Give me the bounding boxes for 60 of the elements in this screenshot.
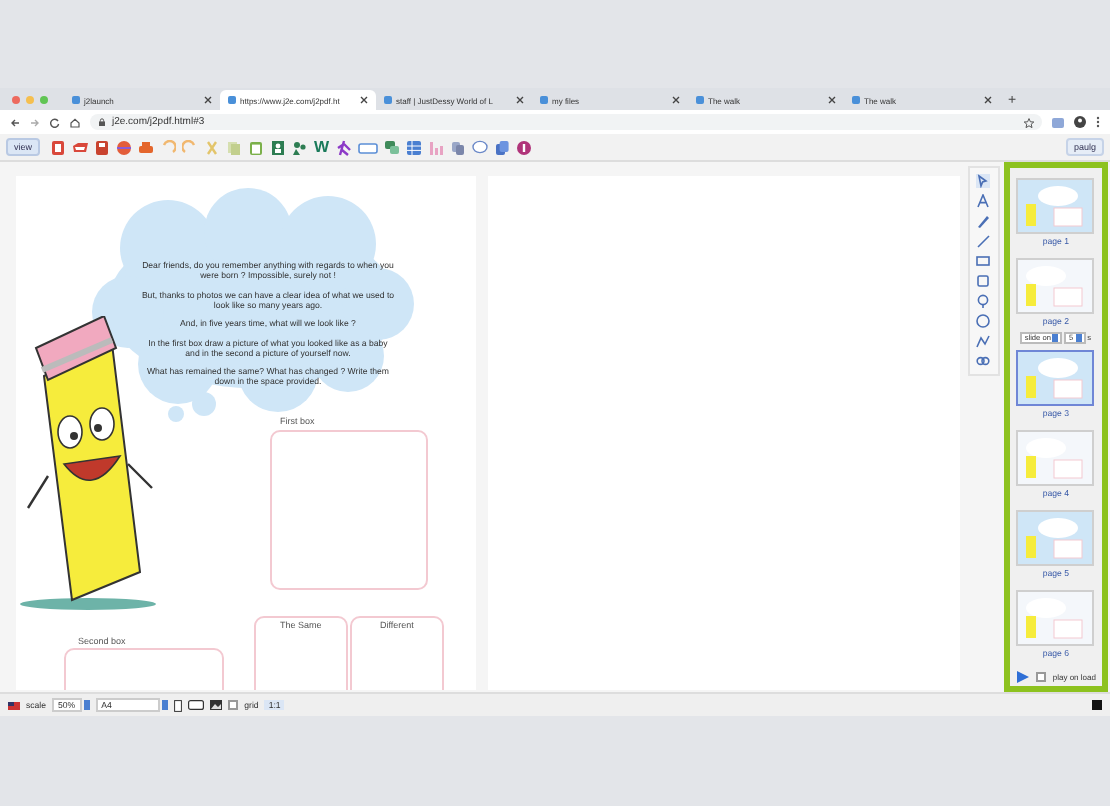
link-icon[interactable] <box>976 354 991 368</box>
page-icon <box>696 96 704 104</box>
extension-icon[interactable] <box>1052 117 1064 127</box>
speech-bubble-icon[interactable] <box>471 139 488 155</box>
pen-icon[interactable] <box>976 214 991 228</box>
reload-icon[interactable] <box>50 117 60 127</box>
close-icon[interactable] <box>672 96 680 104</box>
circle-icon[interactable] <box>976 314 991 328</box>
close-icon[interactable] <box>828 96 836 104</box>
pin-icon[interactable] <box>976 294 991 308</box>
stacked-cards-icon[interactable] <box>493 139 510 155</box>
resize-handle[interactable] <box>1092 700 1102 710</box>
page-thumbnail[interactable] <box>1016 258 1095 314</box>
line-icon[interactable] <box>976 234 991 248</box>
forward-icon[interactable] <box>30 117 40 127</box>
rectangle-icon[interactable] <box>976 254 991 268</box>
page-thumbnail[interactable] <box>1016 590 1095 646</box>
info-icon[interactable] <box>515 139 532 155</box>
close-icon[interactable] <box>516 96 524 104</box>
star-icon[interactable] <box>1024 117 1034 127</box>
chat-bubbles-icon[interactable] <box>383 139 400 155</box>
globe-icon[interactable] <box>116 139 133 155</box>
open-folder-icon[interactable] <box>72 139 89 155</box>
save-icon[interactable] <box>94 139 111 155</box>
text-tool-icon[interactable] <box>976 194 991 208</box>
clipboard-icon[interactable] <box>248 139 265 155</box>
page-thumbnail[interactable] <box>1016 350 1095 406</box>
figure-icon[interactable] <box>335 139 352 155</box>
word-tool-button[interactable]: W <box>314 139 330 155</box>
account-icon[interactable] <box>1074 116 1086 128</box>
page-icon <box>228 96 236 104</box>
grid-checkbox[interactable] <box>227 699 239 711</box>
image-icon[interactable] <box>209 700 222 710</box>
play-icon[interactable] <box>1015 670 1030 684</box>
document-icon[interactable] <box>50 139 67 155</box>
lock-icon <box>98 118 106 126</box>
close-icon[interactable] <box>204 96 212 104</box>
close-icon[interactable] <box>360 96 368 104</box>
page-icon <box>540 96 548 104</box>
back-icon[interactable] <box>10 117 20 127</box>
pointer-icon[interactable] <box>976 174 991 188</box>
page-thumbnail[interactable] <box>1016 178 1095 234</box>
table-icon[interactable] <box>405 139 422 155</box>
landscape-icon[interactable] <box>187 700 204 710</box>
play-on-load-checkbox[interactable] <box>1035 671 1047 683</box>
page-icon <box>852 96 860 104</box>
page-thumbnail[interactable] <box>1016 430 1095 486</box>
print-icon[interactable] <box>138 139 155 155</box>
image-tool-icon[interactable] <box>976 334 991 348</box>
people-icon[interactable] <box>292 139 309 155</box>
page-icon <box>72 96 80 104</box>
square-icon[interactable] <box>976 274 991 288</box>
portrait-icon[interactable] <box>173 699 182 711</box>
text-box-icon[interactable] <box>357 139 378 155</box>
page-icon <box>384 96 392 104</box>
home-icon[interactable] <box>70 117 80 127</box>
portrait-icon[interactable] <box>270 139 287 155</box>
flag-icon[interactable] <box>8 701 20 709</box>
page-thumbnail[interactable] <box>1016 510 1095 566</box>
close-icon[interactable] <box>984 96 992 104</box>
